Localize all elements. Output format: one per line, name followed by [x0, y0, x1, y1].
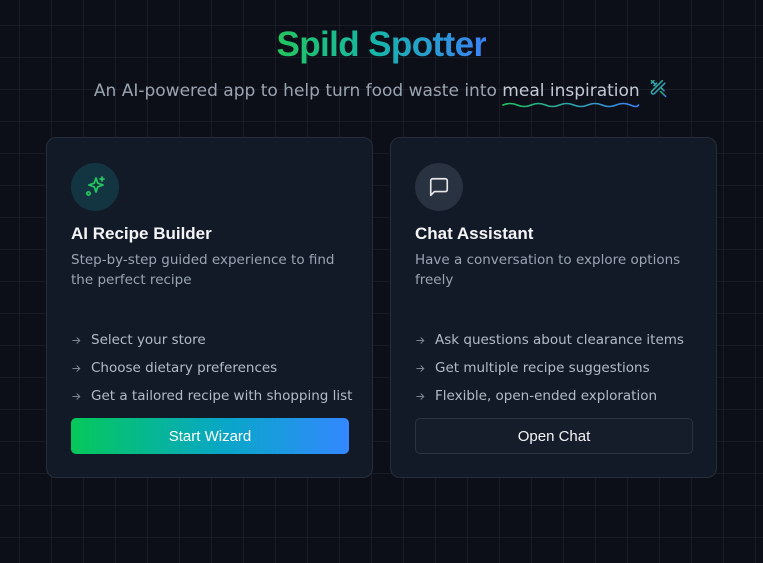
squiggle-underline — [502, 102, 640, 108]
recipe-builder-card: AI Recipe Builder Step-by-step guided ex… — [46, 137, 373, 478]
subtitle-highlight-text: meal inspiration — [502, 81, 640, 101]
feature-text: Flexible, open-ended exploration — [435, 388, 658, 404]
feature-text: Get a tailored recipe with shopping list — [91, 388, 353, 404]
arrow-right-icon — [71, 391, 83, 402]
arrow-right-icon — [415, 391, 427, 402]
feature-item: Flexible, open-ended exploration — [415, 382, 684, 410]
arrow-right-icon — [71, 335, 83, 346]
arrow-right-icon — [71, 363, 83, 374]
sparkles-icon — [71, 163, 119, 211]
feature-text: Select your store — [91, 332, 206, 348]
feature-list: Ask questions about clearance items Get … — [415, 326, 684, 410]
app-subtitle: An AI-powered app to help turn food wast… — [0, 78, 763, 108]
start-wizard-button[interactable]: Start Wizard — [71, 418, 349, 454]
subtitle-highlight: meal inspiration — [502, 78, 640, 108]
feature-text: Get multiple recipe suggestions — [435, 360, 650, 376]
card-title: AI Recipe Builder — [71, 224, 212, 243]
feature-item: Get a tailored recipe with shopping list — [71, 382, 352, 410]
open-chat-button[interactable]: Open Chat — [415, 418, 693, 454]
message-square-icon — [415, 163, 463, 211]
feature-item: Ask questions about clearance items — [415, 326, 684, 354]
card-title: Chat Assistant — [415, 224, 534, 243]
feature-text: Ask questions about clearance items — [435, 332, 684, 348]
subtitle-text: An AI-powered app to help turn food wast… — [93, 81, 497, 101]
utensils-icon — [649, 79, 669, 107]
feature-list: Select your store Choose dietary prefere… — [71, 326, 352, 410]
app-title-text: Spild Spotter — [276, 25, 488, 64]
feature-item: Choose dietary preferences — [71, 354, 352, 382]
card-description: Step-by-step guided experience to find t… — [71, 252, 335, 288]
feature-item: Get multiple recipe suggestions — [415, 354, 684, 382]
feature-text: Choose dietary preferences — [91, 360, 278, 376]
feature-item: Select your store — [71, 326, 352, 354]
app-title: Spild Spotter — [0, 22, 763, 68]
arrow-right-icon — [415, 363, 427, 374]
arrow-right-icon — [415, 335, 427, 346]
chat-assistant-card: Chat Assistant Have a conversation to ex… — [390, 137, 717, 478]
card-description: Have a conversation to explore options f… — [415, 252, 681, 288]
